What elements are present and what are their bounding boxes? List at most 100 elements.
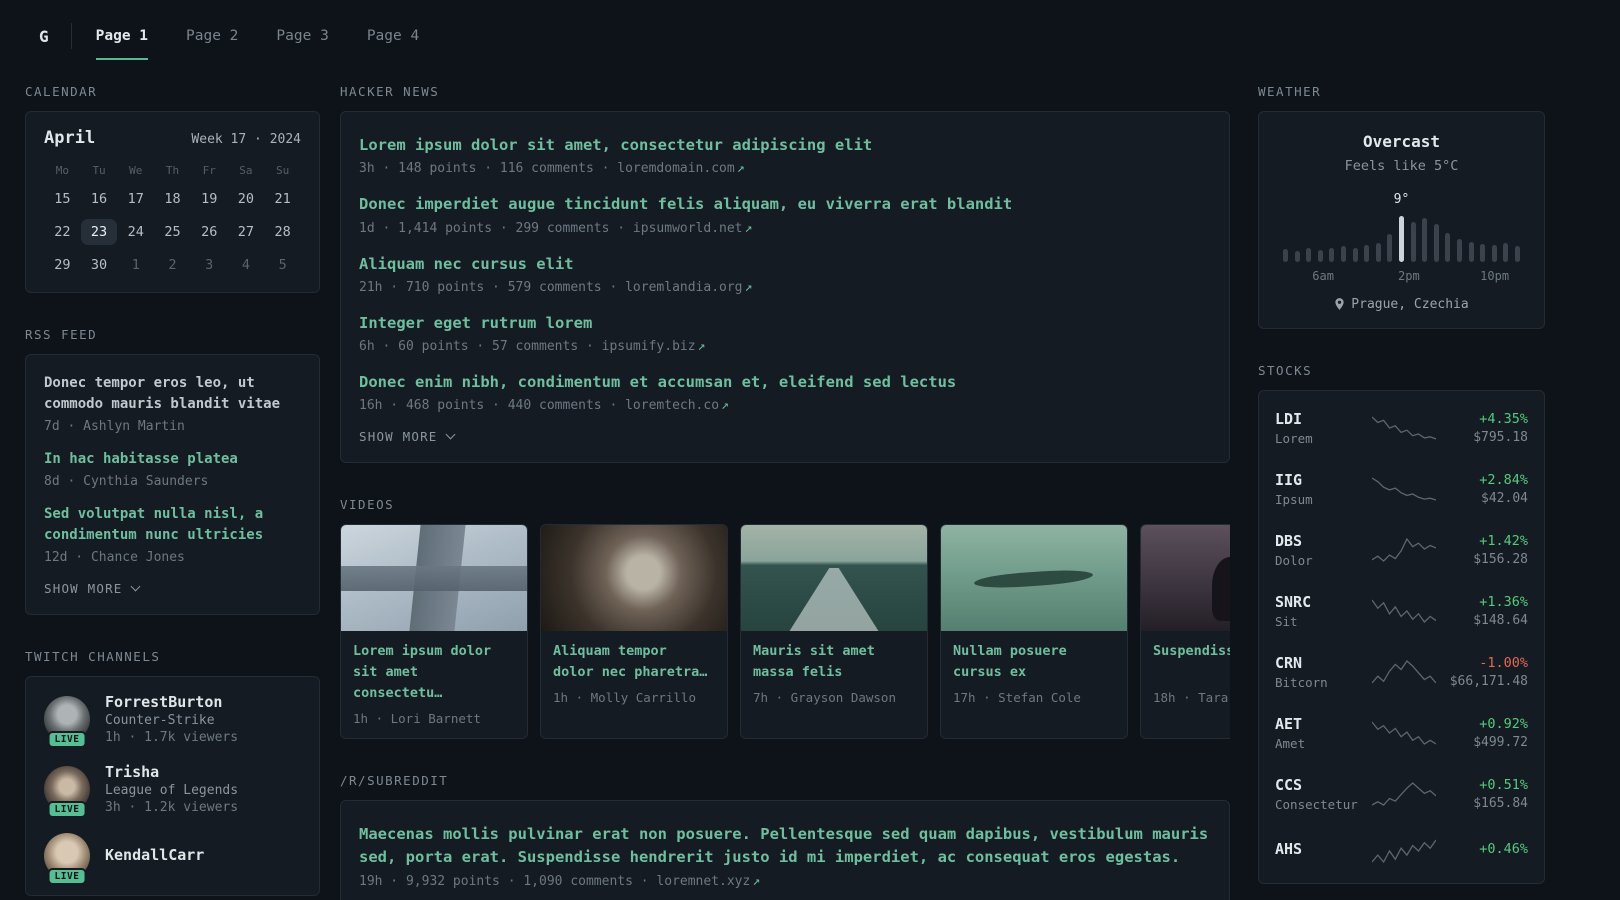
stock-values: +1.36% $148.64 [1436,594,1528,628]
tab-page-1[interactable]: Page 1 [95,12,149,60]
news-item-title[interactable]: Donec enim nibh, condimentum et accumsan… [359,371,1211,394]
stock-name: Sit [1275,613,1298,629]
external-link-icon[interactable]: ↗ [698,339,706,354]
channel-category: League of Legends [105,783,239,798]
stock-change: +1.42% [1479,532,1528,549]
news-item-title[interactable]: Aliquam nec cursus elit [359,253,1211,276]
location-pin-icon [1335,297,1344,310]
video-card[interactable]: Nullam posuere cursus ex 17h · Stefan Co… [940,524,1128,740]
columns: CALENDAR April Week 17 · 2024 Mo Tu We Th Fr… [25,84,1545,900]
stock-price: $499.72 [1473,734,1528,750]
video-card[interactable]: Lorem ipsum dolor sit amet consectetu… 1… [340,524,528,740]
news-item-title[interactable]: Integer eget rutrum lorem [359,312,1211,335]
stock-symbol: DBS [1275,531,1303,550]
external-link-icon[interactable]: ↗ [721,398,729,413]
weather-peak-label: 9° [1393,192,1410,207]
stock-row[interactable]: CRN Bitcorn -1.00% $66,171.48 [1275,641,1528,702]
stock-id: IIG Ipsum [1275,471,1371,507]
video-title: Suspendisse diam [1153,643,1230,660]
stock-change: +1.36% [1479,593,1528,610]
video-card[interactable]: Suspendisse diam 18h · Tara [1140,524,1230,740]
tab-page-2[interactable]: Page 2 [186,12,238,60]
calendar-day: 18 [164,191,181,207]
hacker-news-show-more-button[interactable]: SHOW MORE [359,429,1211,444]
tab-page-3[interactable]: Page 3 [276,12,328,60]
reddit-post: Maecenas mollis pulvinar erat non posuer… [359,823,1211,889]
videos-widget: VIDEOS Lorem ipsum dolor sit amet consec… [340,497,1230,740]
hacker-news-widget: HACKER NEWS Lorem ipsum dolor sit amet, … [340,84,1230,464]
weather-bar [1283,249,1288,262]
calendar-day: 28 [274,224,291,240]
calendar-weekday: We [129,164,143,177]
weather-time-axis: 6am 2pm 10pm [1279,269,1524,284]
stock-change: -1.00% [1479,654,1528,671]
stock-row[interactable]: AHS +0.46% [1275,824,1528,877]
calendar-day: 26 [201,224,218,240]
weather-chart: 9° [1279,192,1524,262]
rss-card: Donec tempor eros leo, ut commodo mauris… [25,354,320,615]
rss-item-meta: 7d · Ashlyn Martin [44,419,185,434]
tab-page-4[interactable]: Page 4 [367,12,419,60]
news-meta-text: 1d · 1,414 points · 299 comments · ipsum… [359,220,743,236]
weather-bar [1306,248,1312,262]
stock-id: AHS [1275,840,1371,861]
twitch-channel-row[interactable]: LIVE ForrestBurton Counter-Strike 1h · 1… [44,693,301,748]
stock-sparkline [1371,475,1436,503]
rss-item-title[interactable]: In hac habitasse platea [44,449,301,470]
news-meta-text: 21h · 710 points · 579 comments · loreml… [359,279,743,295]
stock-row[interactable]: SNRC Sit +1.36% $148.64 [1275,580,1528,641]
news-item-title[interactable]: Lorem ipsum dolor sit amet, consectetur … [359,134,1211,157]
external-link-icon[interactable]: ↗ [752,874,760,889]
calendar-card: April Week 17 · 2024 Mo Tu We Th Fr Sa Su 15 16 1… [25,111,320,293]
weather-location-text: Prague, Czechia [1351,297,1469,312]
stock-sparkline [1371,837,1436,865]
stock-price: $795.18 [1473,429,1528,445]
stocks-card: LDI Lorem +4.35% $795.18 IIG Ipsum +2.84% $4… [1258,390,1545,884]
stock-row[interactable]: CCS Consectetur +0.51% $165.84 [1275,763,1528,824]
stock-sparkline [1371,719,1436,747]
stock-id: LDI Lorem [1275,410,1371,446]
calendar-day: 23 [80,219,118,245]
rss-item-meta: 12d · Chance Jones [44,550,185,565]
rss-item-title[interactable]: Donec tempor eros leo, ut commodo mauris… [44,373,301,415]
external-link-icon[interactable]: ↗ [737,161,745,176]
left-column: CALENDAR April Week 17 · 2024 Mo Tu We Th Fr… [25,84,320,900]
video-body: Nullam posuere cursus ex 17h · Stefan Co… [941,631,1127,717]
twitch-channel-row[interactable]: LIVE KendallCarr [44,833,301,885]
video-thumbnail [941,525,1127,632]
stock-change: +4.35% [1479,410,1528,427]
rss-show-more-button[interactable]: SHOW MORE [44,581,301,596]
weather-bar [1375,243,1381,262]
weather-bar [1340,246,1346,262]
stock-row[interactable]: AET Amet +0.92% $499.72 [1275,702,1528,763]
calendar-widget-title: CALENDAR [25,84,98,99]
stock-row[interactable]: IIG Ipsum +2.84% $42.04 [1275,458,1528,519]
calendar-day: 5 [278,257,287,273]
weather-bar [1480,244,1486,262]
twitch-widget-title: TWITCH CHANNELS [25,649,161,664]
video-body: Suspendisse diam 18h · Tara [1141,631,1230,717]
twitch-channel-row[interactable]: LIVE Trisha League of Legends 3h · 1.2k … [44,763,301,818]
weather-bar [1468,242,1474,262]
weather-bar [1503,243,1509,262]
rss-widget: RSS FEED Donec tempor eros leo, ut commo… [25,327,320,615]
external-link-icon[interactable]: ↗ [745,280,753,295]
stock-values: -1.00% $66,171.48 [1436,655,1528,689]
reddit-post-title[interactable]: Maecenas mollis pulvinar erat non posuer… [359,823,1211,870]
external-link-icon[interactable]: ↗ [745,221,753,236]
stock-row[interactable]: LDI Lorem +4.35% $795.18 [1275,397,1528,458]
stock-name: Ipsum [1275,491,1313,507]
video-card[interactable]: Mauris sit amet massa felis 7h · Grayson… [740,524,928,740]
stock-row[interactable]: DBS Dolor +1.42% $156.28 [1275,519,1528,580]
weather-bar [1445,233,1451,262]
calendar-day: 15 [54,191,71,207]
video-card[interactable]: Aliquam tempor dolor nec pharetra… 1h · … [540,524,728,740]
news-item-title[interactable]: Donec imperdiet augue tincidunt felis al… [359,193,1211,216]
calendar-weekday: Mo [55,164,69,177]
rss-item-title[interactable]: Sed volutpat nulla nisl, a condimentum n… [44,504,301,546]
hacker-news-card: Lorem ipsum dolor sit amet, consectetur … [340,111,1230,464]
news-meta-text: 6h · 60 points · 57 comments · ipsumify.… [359,339,696,354]
stock-name: Lorem [1275,430,1313,446]
stock-price: $148.64 [1473,612,1528,628]
rss-item: In hac habitasse platea 8d · Cynthia Sau… [44,449,301,489]
